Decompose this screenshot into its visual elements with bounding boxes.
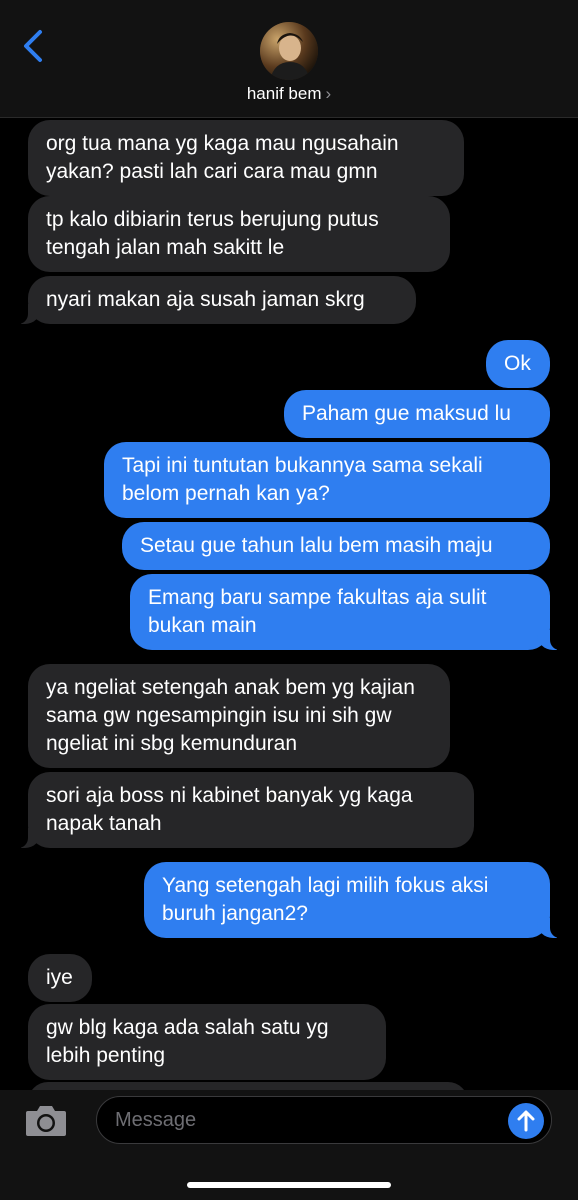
home-indicator — [187, 1182, 391, 1188]
message-outgoing[interactable]: Tapi ini tuntutan bukannya sama sekali b… — [104, 442, 550, 518]
message-outgoing[interactable]: Ok — [486, 340, 550, 388]
message-incoming[interactable]: gw blg kaga ada salah satu yg lebih pent… — [28, 1004, 386, 1080]
camera-icon[interactable] — [24, 1102, 68, 1138]
message-outgoing[interactable]: Setau gue tahun lalu bem masih maju — [122, 522, 550, 570]
message-incoming[interactable]: org tua mana yg kaga mau ngusahain yakan… — [28, 120, 464, 196]
arrow-up-icon — [517, 1110, 535, 1132]
send-button[interactable] — [508, 1103, 544, 1139]
message-composer: Message — [0, 1090, 578, 1200]
message-incoming[interactable]: ya ngeliat setengah anak bem yg kajian s… — [28, 664, 450, 768]
chevron-right-icon: › — [325, 84, 332, 103]
contact-name-row[interactable]: hanif bem › — [0, 84, 578, 104]
chevron-left-icon[interactable] — [18, 26, 48, 66]
message-incoming[interactable]: tp kalo dibiarin terus berujung putus te… — [28, 196, 450, 272]
message-incoming-partial[interactable] — [28, 1082, 468, 1090]
message-outgoing[interactable]: Paham gue maksud lu — [284, 390, 550, 438]
message-outgoing[interactable]: Yang setengah lagi milih fokus aksi buru… — [144, 862, 560, 938]
message-input[interactable]: Message — [96, 1096, 552, 1144]
message-outgoing[interactable]: Emang baru sampe fakultas aja sulit buka… — [130, 574, 560, 650]
message-incoming[interactable]: sori aja boss ni kabinet banyak yg kaga … — [18, 772, 474, 848]
message-thread[interactable]: org tua mana yg kaga mau ngusahain yakan… — [0, 118, 578, 1090]
contact-name: hanif bem — [246, 84, 322, 103]
avatar[interactable] — [260, 22, 318, 80]
conversation-header: hanif bem › — [0, 0, 578, 118]
message-incoming[interactable]: iye — [28, 954, 92, 1002]
message-incoming[interactable]: nyari makan aja susah jaman skrg — [18, 276, 416, 324]
